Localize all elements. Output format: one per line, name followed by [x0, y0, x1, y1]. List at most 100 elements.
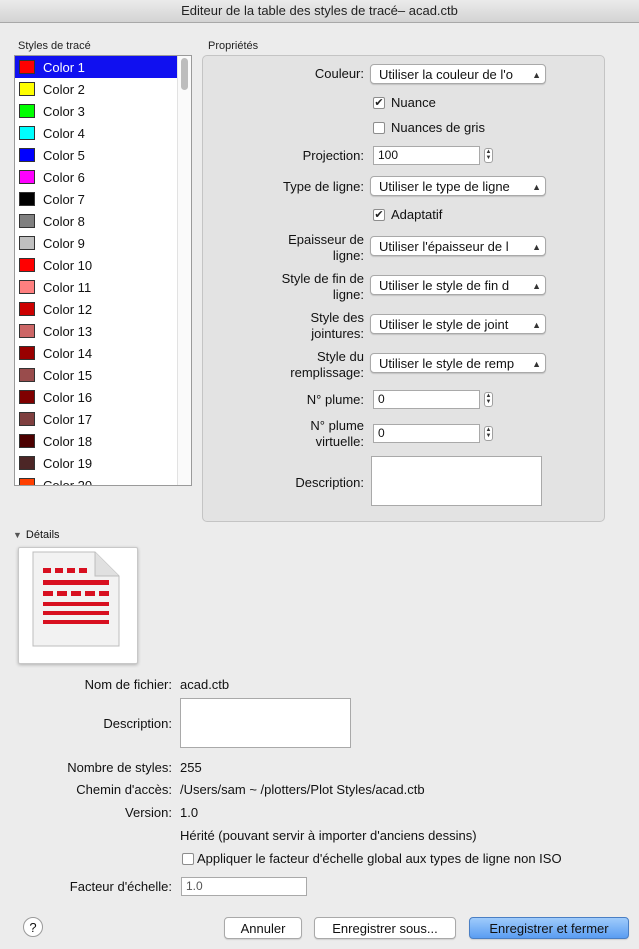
style-list-item[interactable]: Color 19 — [15, 452, 191, 474]
epaisseur-popup[interactable]: Utiliser l'épaisseur de l ▲ — [370, 236, 546, 256]
scale-factor-input[interactable]: 1.0 — [181, 877, 307, 896]
cancel-button[interactable]: Annuler — [224, 917, 302, 939]
style-list-item[interactable]: Color 3 — [15, 100, 191, 122]
style-list-item-label: Color 7 — [43, 191, 85, 207]
checkbox-empty-icon — [182, 852, 194, 865]
updown-arrows-icon: ▲ — [532, 320, 541, 330]
style-list-item[interactable]: Color 17 — [15, 408, 191, 430]
type-ligne-value: Utiliser le type de ligne — [379, 179, 510, 194]
color-swatch — [19, 456, 35, 470]
description-textarea[interactable] — [371, 456, 542, 506]
adaptatif-label: Adaptatif — [391, 207, 443, 222]
style-list-item[interactable]: Color 11 — [15, 276, 191, 298]
checkbox-empty-icon — [373, 121, 385, 134]
details-disclosure[interactable]: ▼ Détails — [13, 529, 60, 541]
color-swatch — [19, 236, 35, 250]
style-list-item[interactable]: Color 6 — [15, 166, 191, 188]
nuance-checkbox[interactable]: ✔ Nuance — [373, 95, 436, 110]
styles-list-label: Styles de tracé — [18, 40, 91, 52]
color-swatch — [19, 302, 35, 316]
adaptatif-checkbox[interactable]: ✔ Adaptatif — [373, 207, 442, 222]
plume-input[interactable]: 0 — [373, 390, 480, 409]
save-close-button[interactable]: Enregistrer et fermer — [469, 917, 629, 939]
help-button[interactable]: ? — [23, 917, 43, 937]
remplissage-label-line1: Style du — [317, 349, 364, 364]
plume-virtuelle-input[interactable]: 0 — [373, 424, 480, 443]
remplissage-popup[interactable]: Utiliser le style de remp ▲ — [370, 353, 546, 373]
plume-stepper[interactable]: ▲ ▼ — [484, 392, 493, 407]
properties-label: Propriétés — [208, 40, 259, 52]
inherited-text: Hérité (pouvant servir à importer d'anci… — [180, 828, 477, 843]
styles-list-scrollbar[interactable] — [177, 56, 191, 485]
color-swatch — [19, 258, 35, 272]
color-swatch — [19, 60, 35, 74]
checkmark-icon: ✔ — [373, 96, 385, 109]
style-list-item-label: Color 6 — [43, 169, 85, 185]
color-swatch — [19, 434, 35, 448]
style-list-item[interactable]: Color 14 — [15, 342, 191, 364]
color-swatch — [19, 104, 35, 118]
color-swatch — [19, 192, 35, 206]
style-list-item[interactable]: Color 18 — [15, 430, 191, 452]
plume-label: N° plume: — [306, 392, 364, 407]
style-list-item[interactable]: Color 7 — [15, 188, 191, 210]
filename-value: acad.ctb — [180, 677, 230, 692]
updown-arrows-icon: ▲ — [532, 359, 541, 369]
style-list-item-label: Color 17 — [43, 411, 93, 427]
style-list-item[interactable]: Color 12 — [15, 298, 191, 320]
style-list-item-label: Color 8 — [43, 213, 85, 229]
style-list-item-label: Color 14 — [43, 345, 93, 361]
style-list-item-label: Color 10 — [43, 257, 93, 273]
style-list-item[interactable]: Color 20 — [15, 474, 191, 485]
styles-list[interactable]: Color 1 Color 2 Color 3 Color 4 Color 5 Color… — [14, 55, 192, 486]
scroll-thumb[interactable] — [181, 58, 188, 90]
style-list-item-label: Color 11 — [43, 279, 92, 295]
style-list-item-label: Color 3 — [43, 103, 85, 119]
color-swatch — [19, 412, 35, 426]
couleur-popup[interactable]: Utiliser la couleur de l'o ▲ — [370, 64, 546, 84]
plume-virtuelle-stepper[interactable]: ▲ ▼ — [484, 426, 493, 441]
style-list-item[interactable]: Color 9 — [15, 232, 191, 254]
fin-ligne-popup[interactable]: Utiliser le style de fin d ▲ — [370, 275, 546, 295]
projection-stepper[interactable]: ▲ ▼ — [484, 148, 493, 163]
nuances-gris-checkbox[interactable]: Nuances de gris — [373, 120, 485, 135]
fin-label-line1: Style de fin de — [281, 271, 364, 286]
color-swatch — [19, 390, 35, 404]
color-swatch — [19, 324, 35, 338]
style-list-item-label: Color 19 — [43, 455, 93, 471]
plot-style-file-icon — [18, 547, 138, 664]
color-swatch — [19, 368, 35, 382]
type-ligne-popup[interactable]: Utiliser le type de ligne ▲ — [370, 176, 546, 196]
style-list-item[interactable]: Color 16 — [15, 386, 191, 408]
scale-global-label: Appliquer le facteur d'échelle global au… — [197, 851, 562, 866]
details-description-textarea[interactable] — [180, 698, 351, 748]
style-list-item[interactable]: Color 15 — [15, 364, 191, 386]
color-swatch — [19, 82, 35, 96]
style-list-item[interactable]: Color 1 — [15, 56, 191, 78]
style-list-item[interactable]: Color 2 — [15, 78, 191, 100]
nuance-label: Nuance — [391, 95, 436, 110]
style-list-item[interactable]: Color 8 — [15, 210, 191, 232]
style-list-item[interactable]: Color 10 — [15, 254, 191, 276]
path-value: /Users/sam ~ /plotters/Plot Styles/acad.… — [180, 782, 425, 797]
style-list-item[interactable]: Color 13 — [15, 320, 191, 342]
style-list-item-label: Color 9 — [43, 235, 85, 251]
fin-ligne-label: Style de fin de ligne: — [205, 271, 364, 303]
version-label: Version: — [125, 805, 172, 820]
window-title: Editeur de la table des styles de tracé–… — [0, 0, 639, 23]
style-list-item[interactable]: Color 4 — [15, 122, 191, 144]
style-list-item[interactable]: Color 5 — [15, 144, 191, 166]
style-list-item-label: Color 1 — [43, 59, 85, 75]
couleur-value: Utiliser la couleur de l'o — [379, 67, 513, 82]
remplissage-label-line2: remplissage: — [290, 365, 364, 380]
style-list-item-label: Color 16 — [43, 389, 93, 405]
color-swatch — [19, 478, 35, 485]
projection-input[interactable]: 100 — [373, 146, 480, 165]
couleur-label: Couleur: — [314, 66, 364, 81]
description-label: Description: — [295, 475, 364, 490]
save-as-button[interactable]: Enregistrer sous... — [314, 917, 456, 939]
jointures-popup[interactable]: Utiliser le style de joint ▲ — [370, 314, 546, 334]
style-list-item-label: Color 15 — [43, 367, 93, 383]
scale-global-checkbox[interactable]: Appliquer le facteur d'échelle global au… — [182, 851, 562, 866]
epaisseur-label-line2: ligne: — [332, 248, 364, 263]
